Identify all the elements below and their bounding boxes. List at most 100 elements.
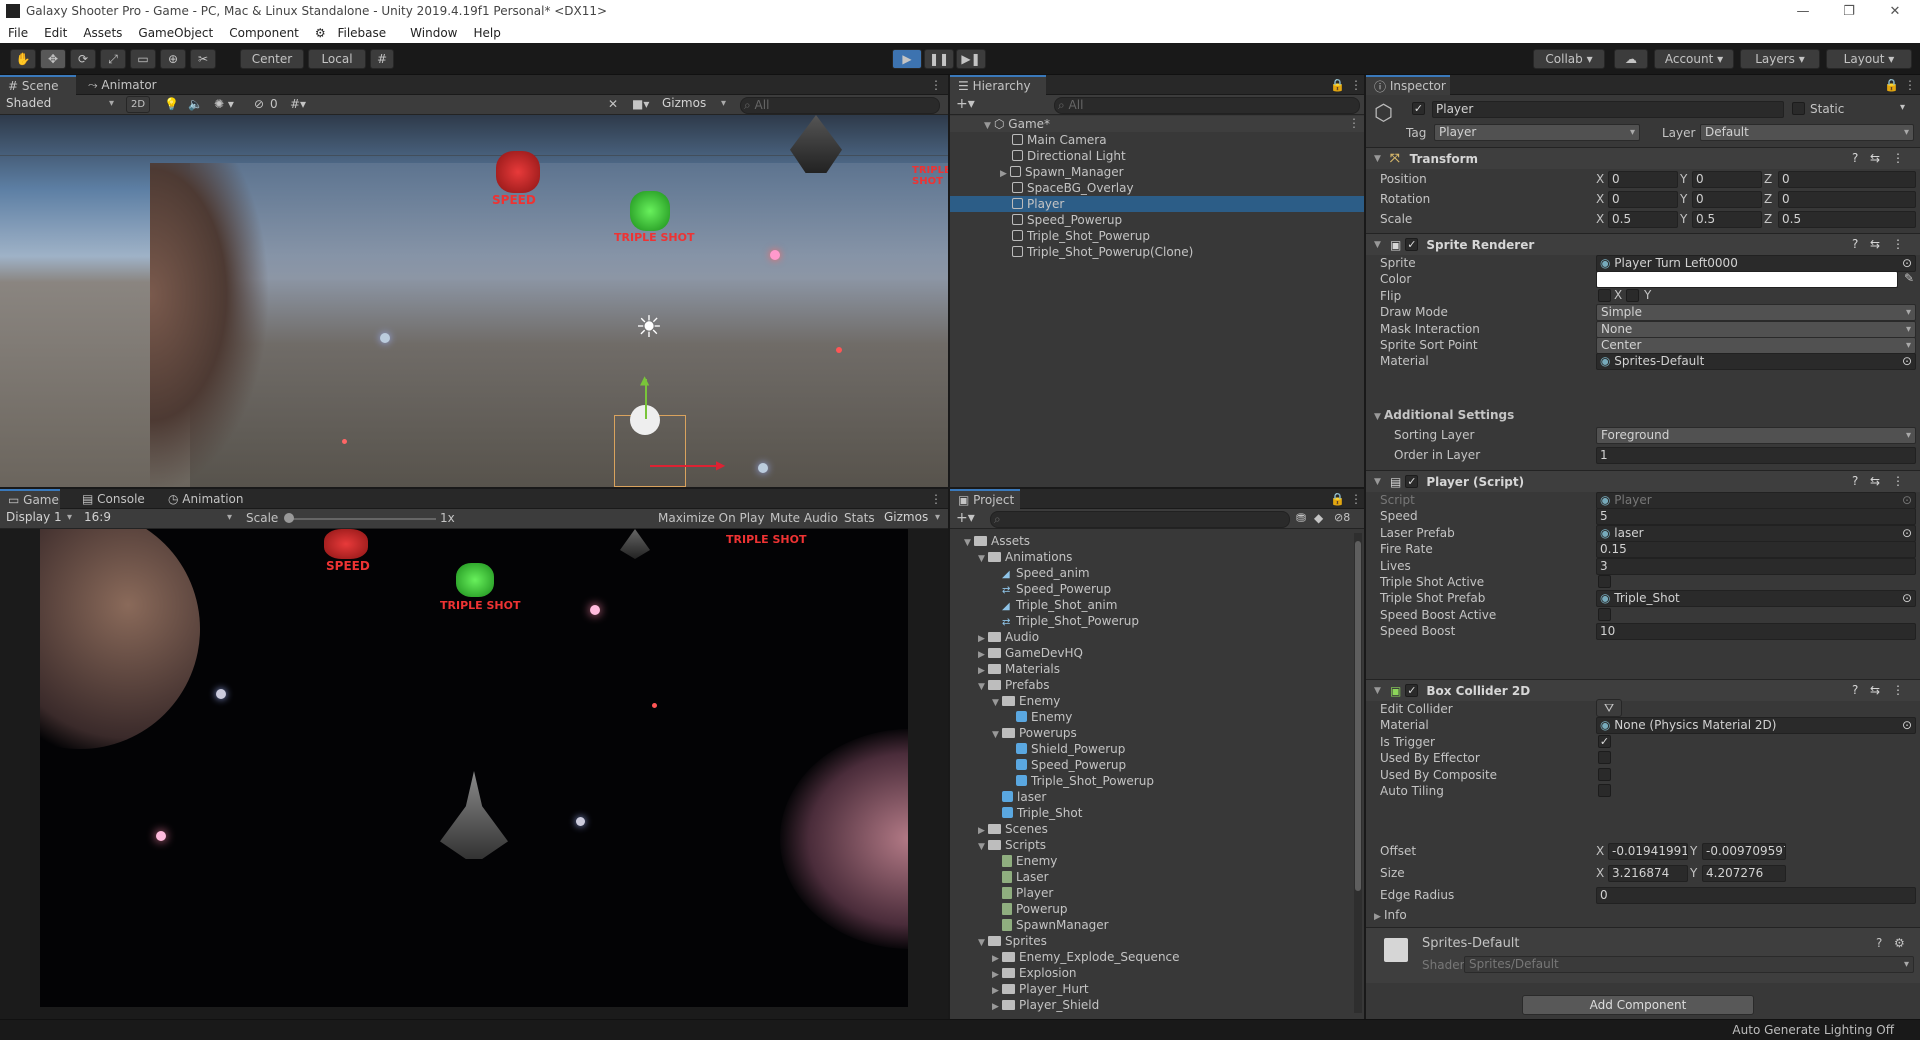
close-icon[interactable]: ✕ xyxy=(1872,0,1918,22)
audio-icon[interactable]: 🔈 xyxy=(188,97,203,111)
component-menu-icon[interactable]: ⋮ xyxy=(1892,474,1904,488)
static-dropdown-icon[interactable]: ▾ xyxy=(1900,102,1905,113)
transform-tool-icon[interactable]: ⊕ xyxy=(160,49,186,69)
create-icon[interactable]: +▾ xyxy=(956,96,975,112)
grid-icon[interactable]: #▾ xyxy=(290,97,306,111)
object-picker-icon[interactable]: ⊙ xyxy=(1902,718,1912,733)
shading-mode-dropdown[interactable]: Shaded xyxy=(2,96,118,113)
scene-root-row[interactable]: ▼ ⬡ Game* xyxy=(950,116,1364,132)
menu-component[interactable]: Component xyxy=(221,26,307,40)
tab-inspector[interactable]: ⓘ Inspector xyxy=(1366,75,1450,95)
edge-radius-field[interactable]: 0 xyxy=(1596,887,1916,904)
menu-filebase[interactable]: ⚙ Filebase xyxy=(307,26,402,40)
player-script-enabled-checkbox[interactable]: ✓ xyxy=(1405,475,1419,488)
filter-label-icon[interactable]: ◆ xyxy=(1314,511,1323,525)
project-item[interactable]: Player xyxy=(992,885,1053,901)
offset-x-field[interactable]: -0.01941991 xyxy=(1608,843,1688,860)
lighting-icon[interactable]: 💡 xyxy=(164,97,179,111)
hierarchy-menu-icon[interactable]: ⋮ xyxy=(1350,78,1362,92)
sorting-layer-dropdown[interactable]: Foreground xyxy=(1596,427,1916,444)
size-x-field[interactable]: 3.216874 xyxy=(1608,865,1688,882)
expand-arrow-icon[interactable]: ▼ xyxy=(978,935,988,951)
expand-arrow-icon[interactable]: ▶ xyxy=(1000,166,1010,182)
flip-x-checkbox[interactable] xyxy=(1598,288,1611,302)
preset-icon[interactable]: ⇆ xyxy=(1870,237,1880,251)
project-item[interactable]: Powerup xyxy=(992,901,1068,917)
project-item[interactable]: ▼ Animations xyxy=(978,549,1072,565)
rotation-x-field[interactable]: 0 xyxy=(1608,191,1678,208)
tab-console[interactable]: ▤ Console xyxy=(74,489,153,509)
sprite-renderer-enabled-checkbox[interactable]: ✓ xyxy=(1405,238,1419,251)
hierarchy-item[interactable]: Directional Light xyxy=(1012,148,1126,164)
position-y-field[interactable]: 0 xyxy=(1692,171,1762,188)
project-item[interactable]: Enemy xyxy=(992,853,1057,869)
project-item[interactable]: Laser xyxy=(992,869,1049,885)
field-checkbox[interactable] xyxy=(1598,767,1611,781)
collab-dropdown[interactable]: Collab ▾ xyxy=(1533,49,1605,69)
scene-root-menu-icon[interactable]: ⋮ xyxy=(1348,116,1360,130)
help-icon[interactable]: ? xyxy=(1852,237,1858,251)
preset-icon[interactable]: ⇆ xyxy=(1870,474,1880,488)
field-checkbox[interactable]: ✓ xyxy=(1598,734,1611,748)
value-field[interactable]: 0.15 xyxy=(1596,541,1916,559)
mode-2d-toggle[interactable]: 2D xyxy=(126,96,150,113)
directional-light-icon[interactable]: ☀ xyxy=(632,311,666,345)
component-menu-icon[interactable]: ⋮ xyxy=(1892,683,1904,697)
position-z-field[interactable]: 0 xyxy=(1778,171,1916,188)
object-field[interactable]: ◉ Triple_Shot ⊙ xyxy=(1596,590,1916,608)
rect-tool-icon[interactable]: ▭ xyxy=(130,49,156,69)
object-picker-icon[interactable]: ⊙ xyxy=(1902,493,1912,508)
hierarchy-item[interactable]: Triple_Shot_Powerup(Clone) xyxy=(1012,244,1193,260)
gizmos-dropdown[interactable]: Gizmos xyxy=(658,96,730,113)
menu-edit[interactable]: Edit xyxy=(36,26,75,40)
field-checkbox[interactable] xyxy=(1598,607,1611,621)
tag-dropdown[interactable]: Player xyxy=(1434,124,1640,141)
project-item[interactable]: ▼ Scripts xyxy=(978,837,1046,853)
layers-dropdown[interactable]: Layers ▾ xyxy=(1740,49,1820,69)
eyedropper-icon[interactable]: ✎ xyxy=(1904,271,1914,285)
inspector-menu-icon[interactable]: ⋮ xyxy=(1904,78,1916,92)
scale-x-field[interactable]: 0.5 xyxy=(1608,211,1678,228)
effects-icon[interactable]: ✺ ▾ xyxy=(214,97,234,111)
pivot-center-button[interactable]: Center xyxy=(240,49,304,69)
expand-arrow-icon[interactable]: ▶ xyxy=(992,999,1002,1015)
speed-powerup-sprite[interactable] xyxy=(496,151,540,193)
layer-dropdown[interactable]: Default xyxy=(1700,124,1914,141)
project-item[interactable]: ⇄ Triple_Shot_Powerup xyxy=(992,613,1139,629)
color-field[interactable] xyxy=(1596,271,1898,289)
flip-y-checkbox[interactable] xyxy=(1626,288,1639,302)
field-dropdown[interactable]: None xyxy=(1596,320,1916,338)
project-create-icon[interactable]: +▾ xyxy=(956,510,975,526)
aspect-dropdown[interactable]: 16:9 xyxy=(80,510,236,527)
project-scrollbar-thumb[interactable] xyxy=(1355,541,1361,891)
play-button[interactable]: ▶ xyxy=(892,49,922,69)
help-icon[interactable]: ? xyxy=(1876,936,1882,950)
project-item[interactable]: laser xyxy=(992,789,1046,805)
tab-animation[interactable]: ◷ Animation xyxy=(160,489,251,509)
value-field[interactable]: 3 xyxy=(1596,557,1916,575)
expand-arrow-icon[interactable]: ▼ xyxy=(984,118,994,134)
scene-view[interactable]: SPEED TRIPLE SHOT TRIPLE SHOT ☀ ▲ ▶ xyxy=(0,115,948,487)
field-checkbox[interactable] xyxy=(1598,784,1611,797)
object-picker-icon[interactable]: ⊙ xyxy=(1902,591,1912,606)
additional-settings-foldout[interactable]: ▼ Additional Settings xyxy=(1374,405,1514,425)
value-field[interactable]: 10 xyxy=(1596,623,1916,641)
scene-menu-icon[interactable]: ⋮ xyxy=(930,78,942,92)
tab-project[interactable]: ▣ Project xyxy=(950,489,1020,509)
project-item[interactable]: Triple_Shot_Powerup xyxy=(1006,773,1154,789)
layout-dropdown[interactable]: Layout ▾ xyxy=(1826,49,1912,69)
expand-arrow-icon[interactable]: ▼ xyxy=(992,695,1002,711)
project-item[interactable]: ▶ Explosion xyxy=(992,965,1077,981)
help-icon[interactable]: ? xyxy=(1852,151,1858,165)
project-item[interactable]: ⇄ Speed_Powerup xyxy=(992,581,1111,597)
shader-dropdown[interactable]: Sprites/Default xyxy=(1464,956,1914,973)
display-dropdown[interactable]: Display 1 xyxy=(2,510,76,527)
camera-icon[interactable]: ■▾ xyxy=(632,97,649,111)
field-checkbox[interactable] xyxy=(1598,575,1611,588)
box-collider-header[interactable]: ▼ ▣ ✓ Box Collider 2D ? ⇆ ⋮ xyxy=(1366,679,1920,701)
value-field[interactable]: 5 xyxy=(1596,508,1916,526)
project-item[interactable]: ◢ Speed_anim xyxy=(992,565,1090,581)
hidden-packages-count[interactable]: ⊘8 xyxy=(1334,511,1350,524)
menu-file[interactable]: File xyxy=(0,26,36,40)
hand-tool-icon[interactable]: ✋ xyxy=(10,49,36,69)
